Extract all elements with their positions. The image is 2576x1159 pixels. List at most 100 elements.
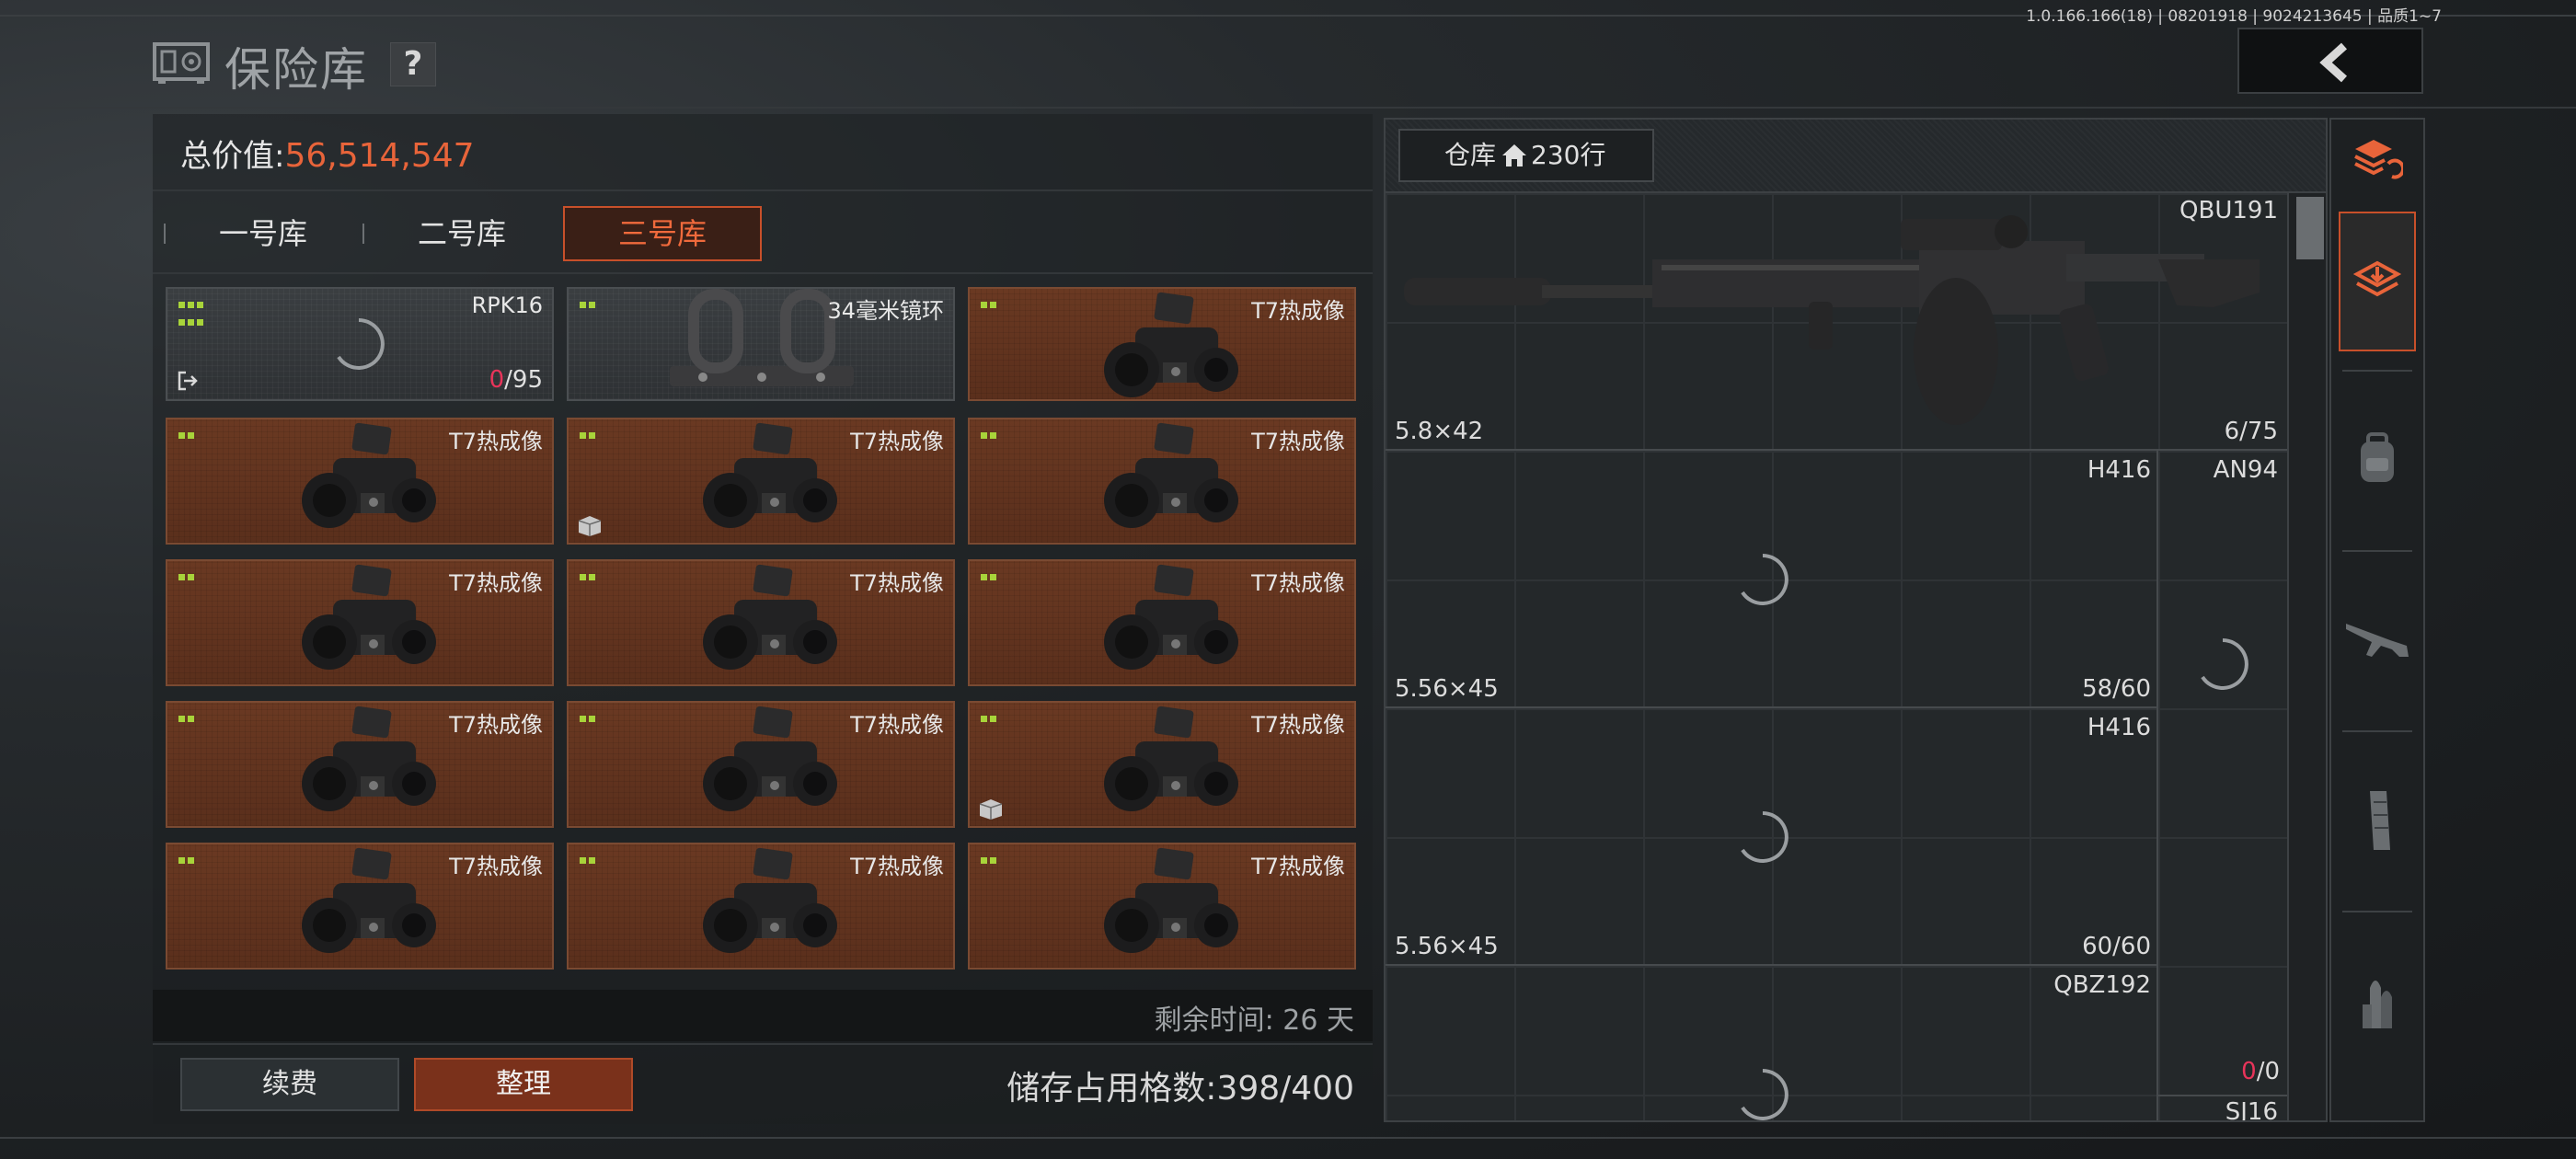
warehouse-slot-side[interactable]: AN94 xyxy=(2158,451,2287,837)
slot-ammo: 5.8×42 xyxy=(1395,418,1484,445)
slot-ammo: 5.56×45 xyxy=(1395,933,1499,960)
footer-divider xyxy=(153,1043,1373,1045)
vault-item[interactable]: T7热成像 xyxy=(968,418,1356,545)
sidebar-divider xyxy=(2342,550,2412,552)
remaining-time: 剩余时间: 26 天 xyxy=(1155,997,1354,1038)
item-name: T7热成像 xyxy=(1251,712,1345,738)
sidebar-divider xyxy=(2342,370,2412,372)
rarity-indicator xyxy=(580,708,598,726)
loading-spinner xyxy=(1741,811,1788,863)
tab-vault-3[interactable]: 三号库 xyxy=(563,206,762,261)
rarity-indicator xyxy=(981,294,999,312)
warehouse-slot[interactable]: QBU191 5.8×42 6/75 xyxy=(1386,193,2287,451)
vault-item[interactable]: T7热成像 xyxy=(567,559,955,686)
vault-item[interactable]: T7热成像 xyxy=(968,701,1356,828)
item-name: T7热成像 xyxy=(449,712,543,738)
vault-item[interactable]: T7热成像 xyxy=(567,701,955,828)
vault-item-grid: RPK16 0/95 34毫米镜环 T7热成像 T7热成像 T7热成像 T7热成像 T7热成像… xyxy=(153,287,1373,982)
vault-item[interactable]: T7热成像 xyxy=(968,287,1356,401)
ammo-icon xyxy=(2363,981,2392,1028)
help-button[interactable]: ? xyxy=(390,42,436,86)
loading-spinner xyxy=(1741,554,1788,605)
rarity-indicator xyxy=(178,708,197,726)
rarity-indicator xyxy=(178,294,206,329)
slot-name: QBZ192 xyxy=(2053,971,2151,999)
item-name: T7热成像 xyxy=(1251,570,1345,596)
tab-vault-1[interactable]: 一号库 xyxy=(164,206,362,261)
vault-item[interactable]: T7热成像 xyxy=(166,418,554,545)
rarity-indicator xyxy=(580,850,598,867)
vault-item[interactable]: RPK16 0/95 xyxy=(166,287,554,401)
item-name: T7热成像 xyxy=(1251,298,1345,324)
item-name: T7热成像 xyxy=(449,854,543,879)
sidebar-item-ammo[interactable] xyxy=(2339,927,2416,1084)
slot-name: AN94 xyxy=(2213,456,2278,484)
home-icon xyxy=(1502,144,1527,166)
thermal-scope-image xyxy=(1104,422,1238,528)
item-count: 0/95 xyxy=(489,366,543,394)
vault-item[interactable]: T7热成像 xyxy=(968,843,1356,970)
thermal-scope-image xyxy=(1104,706,1238,811)
warehouse-slot[interactable]: QBZ192 0/0 xyxy=(1386,966,2287,1120)
chevron-left-icon xyxy=(2319,42,2348,83)
layers-refresh-icon xyxy=(2354,140,2403,179)
loading-spinner xyxy=(337,318,385,370)
rarity-indicator xyxy=(580,425,598,442)
storage-value: 398/400 xyxy=(1216,1070,1354,1107)
vault-item[interactable]: T7热成像 xyxy=(567,843,955,970)
thermal-scope-image xyxy=(703,706,837,811)
renew-button[interactable]: 续费 xyxy=(180,1058,399,1111)
warehouse-header: 仓库 230行 xyxy=(1386,120,2326,193)
slot-ammo: 5.56×45 xyxy=(1395,675,1499,703)
loading-spinner xyxy=(1741,1069,1788,1120)
rarity-indicator xyxy=(981,850,999,867)
rifle-icon xyxy=(2346,624,2409,657)
thermal-scope-image xyxy=(302,847,436,953)
back-button[interactable] xyxy=(2237,28,2423,94)
box-icon xyxy=(979,799,1003,820)
vault-item[interactable]: 34毫米镜环 xyxy=(567,287,955,401)
rifle-image xyxy=(1404,215,2260,425)
sidebar-item-all[interactable] xyxy=(2339,212,2416,351)
page-title: 保险库 xyxy=(224,43,368,97)
total-value: 56,514,547 xyxy=(284,137,475,175)
item-name: RPK16 xyxy=(471,293,543,318)
vault-item[interactable]: T7热成像 xyxy=(166,559,554,686)
scrollbar-thumb[interactable] xyxy=(2296,197,2324,259)
item-name: T7热成像 xyxy=(1251,854,1345,879)
item-name: T7热成像 xyxy=(850,429,944,454)
rarity-indicator xyxy=(178,567,197,584)
vault-item[interactable]: T7热成像 xyxy=(166,701,554,828)
thermal-scope-image xyxy=(703,422,837,528)
thermal-scope-image xyxy=(302,422,436,528)
rarity-indicator xyxy=(178,425,197,442)
slot-divider xyxy=(2158,1095,2287,1096)
rarity-indicator xyxy=(981,425,999,442)
tabs-divider-top xyxy=(153,189,1373,191)
rarity-indicator xyxy=(178,850,197,867)
warehouse-scrollbar[interactable] xyxy=(2287,193,2326,1120)
warehouse-slot[interactable]: H416 5.56×45 60/60 xyxy=(1386,708,2158,966)
slot-name: H416 xyxy=(2087,714,2151,741)
thermal-scope-image xyxy=(703,564,837,670)
rarity-indicator xyxy=(981,708,999,726)
rarity-indicator xyxy=(981,567,999,584)
sidebar-item-weapons[interactable] xyxy=(2339,567,2416,723)
layers-download-icon xyxy=(2353,260,2401,297)
tab-vault-2[interactable]: 二号库 xyxy=(362,206,561,261)
warehouse-button[interactable]: 仓库 230行 xyxy=(1398,129,1654,182)
category-sidebar xyxy=(2329,118,2425,1122)
layers-refresh-button[interactable] xyxy=(2339,123,2416,197)
sidebar-item-magazines[interactable] xyxy=(2339,747,2416,903)
header-divider xyxy=(0,107,2576,109)
sort-button[interactable]: 整理 xyxy=(414,1058,633,1111)
vault-item[interactable]: T7热成像 xyxy=(567,418,955,545)
sidebar-item-gear[interactable] xyxy=(2339,386,2416,543)
warehouse-slot[interactable]: H416 5.56×45 58/60 xyxy=(1386,451,2158,708)
storage-label: 储存占用格数: xyxy=(1006,1070,1217,1107)
vault-item[interactable]: T7热成像 xyxy=(166,843,554,970)
total-value-row: 总价值:56,514,547 xyxy=(180,131,475,176)
item-name: T7热成像 xyxy=(850,854,944,879)
vault-item[interactable]: T7热成像 xyxy=(968,559,1356,686)
warehouse-rows: 230行 xyxy=(1531,140,1606,170)
